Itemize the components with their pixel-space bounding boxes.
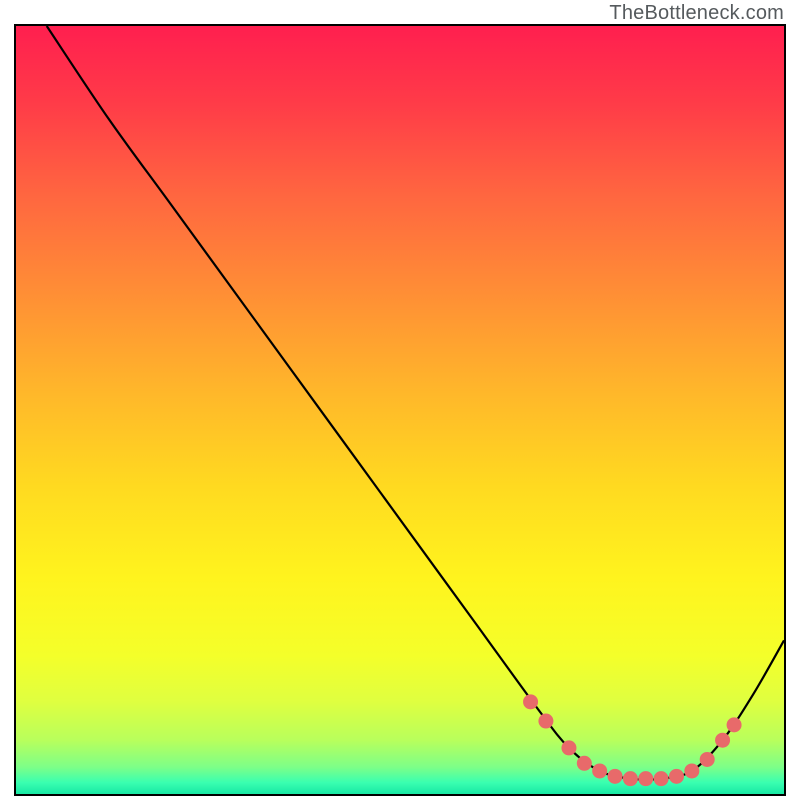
marker-point	[523, 694, 538, 709]
marker-point	[561, 740, 576, 755]
chart-area	[14, 24, 786, 796]
marker-point	[700, 752, 715, 767]
marker-point	[715, 733, 730, 748]
marker-point	[727, 717, 742, 732]
marker-point	[638, 771, 653, 786]
marker-point	[577, 756, 592, 771]
marker-point	[592, 763, 607, 778]
gradient-background	[16, 26, 784, 794]
marker-point	[669, 769, 684, 784]
marker-point	[684, 763, 699, 778]
chart-svg	[16, 26, 784, 794]
marker-point	[608, 769, 623, 784]
marker-point	[538, 714, 553, 729]
marker-point	[623, 771, 638, 786]
watermark-text: TheBottleneck.com	[609, 2, 784, 25]
marker-point	[654, 771, 669, 786]
